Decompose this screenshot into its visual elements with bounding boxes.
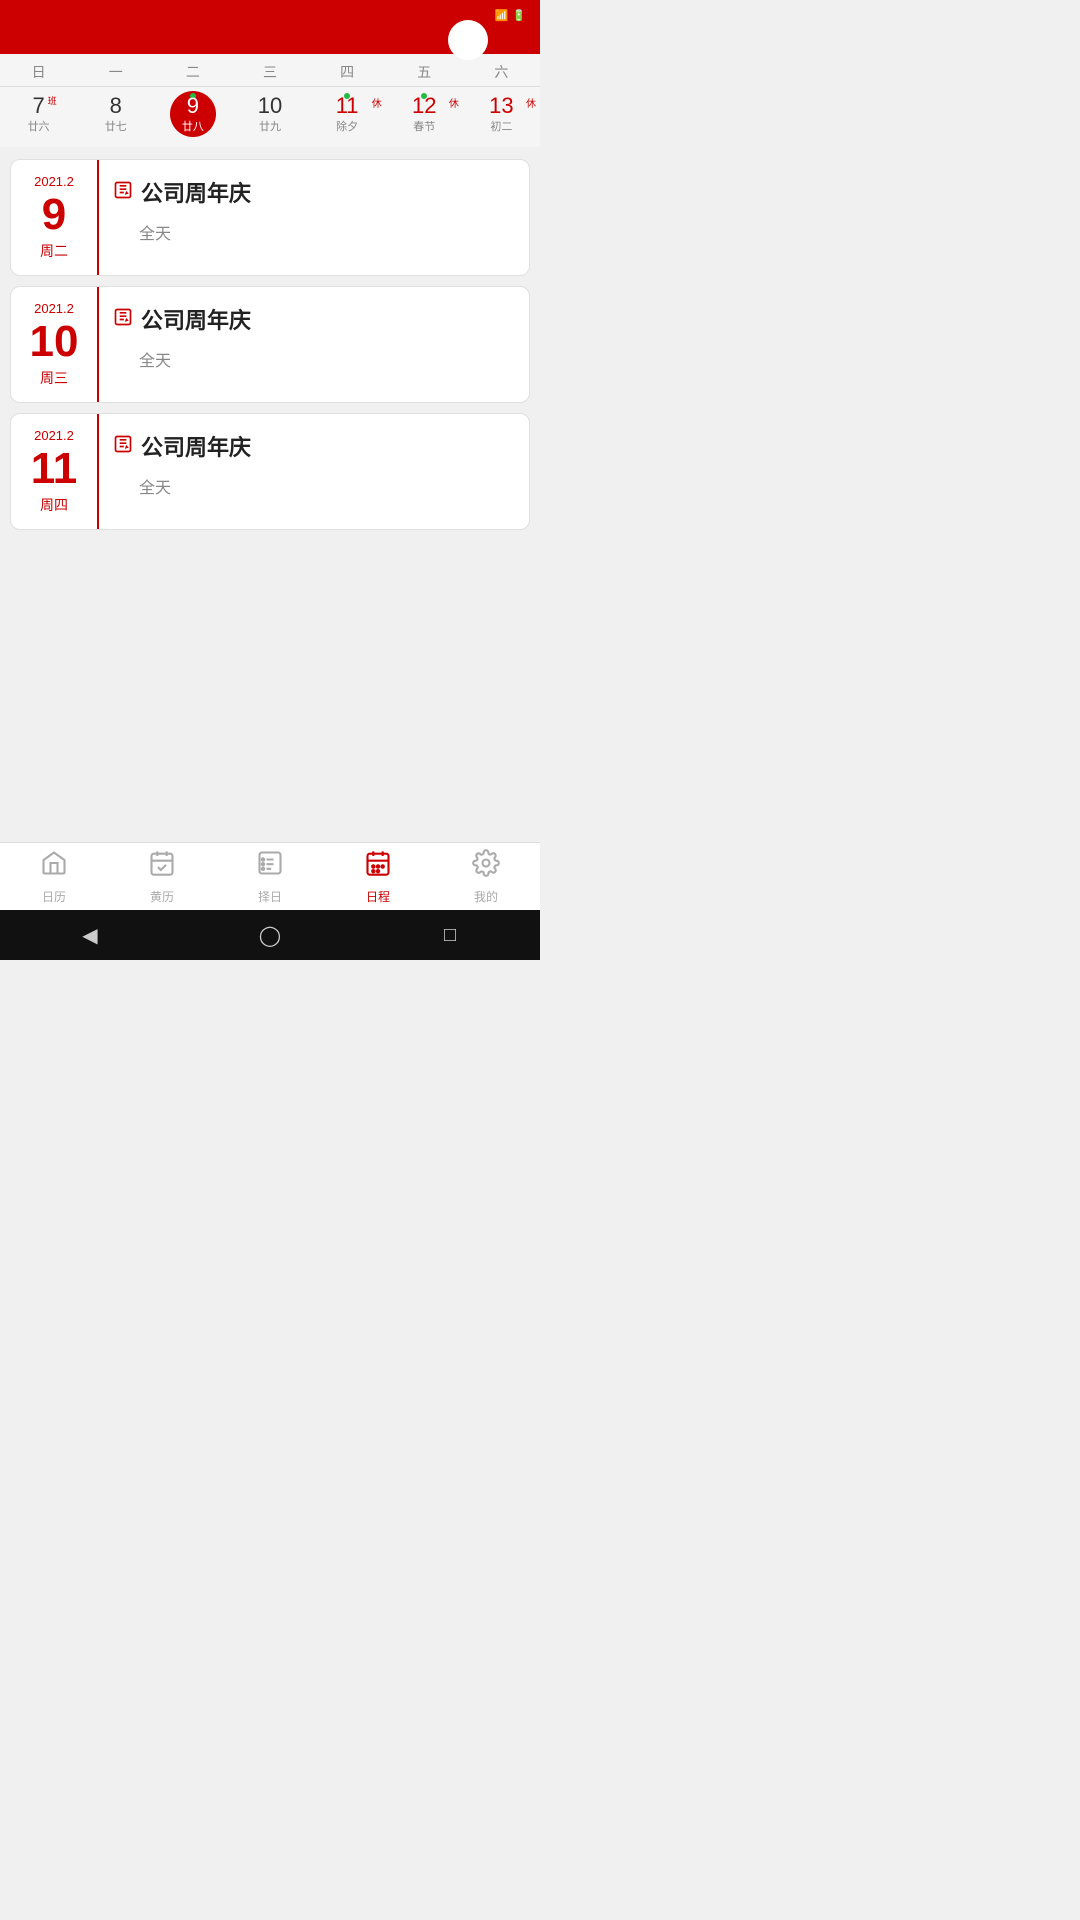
- today-button[interactable]: [448, 20, 488, 60]
- event-weekday: 周三: [40, 368, 68, 388]
- calendar-day[interactable]: 9廿八: [154, 91, 231, 137]
- event-year-month: 2021.2: [34, 428, 74, 443]
- back-button[interactable]: ◀: [70, 915, 110, 955]
- event-title: 公司周年庆: [141, 430, 251, 462]
- add-event-button[interactable]: [494, 22, 530, 58]
- day-number: 11: [336, 95, 359, 117]
- week-day-label: 二: [154, 62, 231, 82]
- nav-icon-home: [40, 849, 68, 884]
- event-title-row: 公司周年庆: [113, 176, 515, 208]
- holiday-badge: 休: [372, 95, 382, 110]
- nav-item-黄历[interactable]: 黄历: [108, 849, 216, 905]
- bottom-nav: 日历 黄历 择日 日程 我的: [0, 842, 540, 910]
- event-day: 9: [42, 193, 66, 237]
- week-day-label: 三: [231, 62, 308, 82]
- event-card[interactable]: 2021.2 9 周二 公司周年庆全天: [10, 159, 530, 276]
- header: [0, 30, 540, 54]
- recents-button[interactable]: □: [430, 915, 470, 955]
- event-title: 公司周年庆: [141, 176, 251, 208]
- event-date-column: 2021.2 11 周四: [11, 414, 99, 529]
- lunar-date: 春节: [413, 118, 435, 134]
- nav-label: 日程: [366, 888, 390, 905]
- week-header: 日一二三四五六: [0, 54, 540, 87]
- day-number: 10: [258, 95, 282, 117]
- calendar-day[interactable]: 8廿七: [77, 91, 154, 137]
- event-card[interactable]: 2021.2 11 周四 公司周年庆全天: [10, 413, 530, 530]
- events-list: 2021.29周二 公司周年庆全天2021.210周三 公司周年庆全天2021.…: [0, 147, 540, 869]
- calendar-day[interactable]: 休 13初二: [463, 91, 540, 137]
- lunar-date: 廿六: [28, 118, 50, 134]
- event-edit-icon: [113, 434, 133, 459]
- nav-item-我的[interactable]: 我的: [432, 849, 540, 905]
- event-time: 全天: [139, 347, 515, 371]
- lunar-date: 廿八: [182, 118, 204, 134]
- nav-label: 日历: [42, 888, 66, 905]
- nav-item-日历[interactable]: 日历: [0, 849, 108, 905]
- nav-icon-calendar-check: [148, 849, 176, 884]
- event-weekday: 周二: [40, 241, 68, 261]
- system-nav: ◀ ◯ □: [0, 910, 540, 960]
- holiday-badge: 休: [526, 95, 536, 110]
- event-weekday: 周四: [40, 495, 68, 515]
- week-day-label: 日: [0, 62, 77, 82]
- event-year-month: 2021.2: [34, 174, 74, 189]
- day-number: 13: [489, 95, 513, 117]
- event-time: 全天: [139, 474, 515, 498]
- lunar-date: 廿七: [105, 118, 127, 134]
- calendar-day[interactable]: 7班廿六: [0, 91, 77, 137]
- event-day: 10: [30, 320, 79, 364]
- event-content-column: 公司周年庆全天: [99, 414, 529, 529]
- wifi-icon: 📶: [495, 9, 509, 22]
- week-day-label: 四: [309, 62, 386, 82]
- day-number: 7班: [32, 95, 44, 117]
- week-day-label: 五: [386, 62, 463, 82]
- week-day-label: 一: [77, 62, 154, 82]
- day-number: 9: [187, 95, 199, 117]
- nav-item-择日[interactable]: 择日: [216, 849, 324, 905]
- nav-item-日程[interactable]: 日程: [324, 849, 432, 905]
- nav-label: 我的: [474, 888, 498, 905]
- event-day: 11: [31, 447, 78, 491]
- battery-icon: 🔋: [512, 9, 526, 22]
- nav-label: 黄历: [150, 888, 174, 905]
- lunar-date: 除夕: [336, 118, 358, 134]
- event-content-column: 公司周年庆全天: [99, 160, 529, 275]
- event-title: 公司周年庆: [141, 303, 251, 335]
- lunar-date: 廿九: [259, 118, 281, 134]
- nav-icon-gear: [472, 849, 500, 884]
- calendar-row: 7班廿六8廿七9廿八10廿九休11除夕休12春节休13初二: [0, 87, 540, 147]
- day-number: 12: [412, 95, 436, 117]
- event-date-column: 2021.2 9 周二: [11, 160, 99, 275]
- day-number: 8: [110, 95, 122, 117]
- event-content-column: 公司周年庆全天: [99, 287, 529, 402]
- event-year-month: 2021.2: [34, 301, 74, 316]
- calendar-day[interactable]: 10廿九: [231, 91, 308, 137]
- nav-label: 择日: [258, 888, 282, 905]
- event-title-row: 公司周年庆: [113, 430, 515, 462]
- event-date-column: 2021.2 10 周三: [11, 287, 99, 402]
- event-edit-icon: [113, 180, 133, 205]
- day-badge: 班: [48, 97, 57, 106]
- lunar-date: 初二: [490, 118, 512, 134]
- holiday-badge: 休: [449, 95, 459, 110]
- nav-icon-list-check: [256, 849, 284, 884]
- week-day-label: 六: [463, 62, 540, 82]
- status-right: 📶 🔋: [495, 9, 530, 22]
- home-button[interactable]: ◯: [250, 915, 290, 955]
- event-edit-icon: [113, 307, 133, 332]
- event-title-row: 公司周年庆: [113, 303, 515, 335]
- nav-icon-calendar-grid: [364, 849, 392, 884]
- event-card[interactable]: 2021.2 10 周三 公司周年庆全天: [10, 286, 530, 403]
- event-time: 全天: [139, 220, 515, 244]
- calendar-day[interactable]: 休 12春节: [386, 91, 463, 137]
- calendar-day[interactable]: 休 11除夕: [309, 91, 386, 137]
